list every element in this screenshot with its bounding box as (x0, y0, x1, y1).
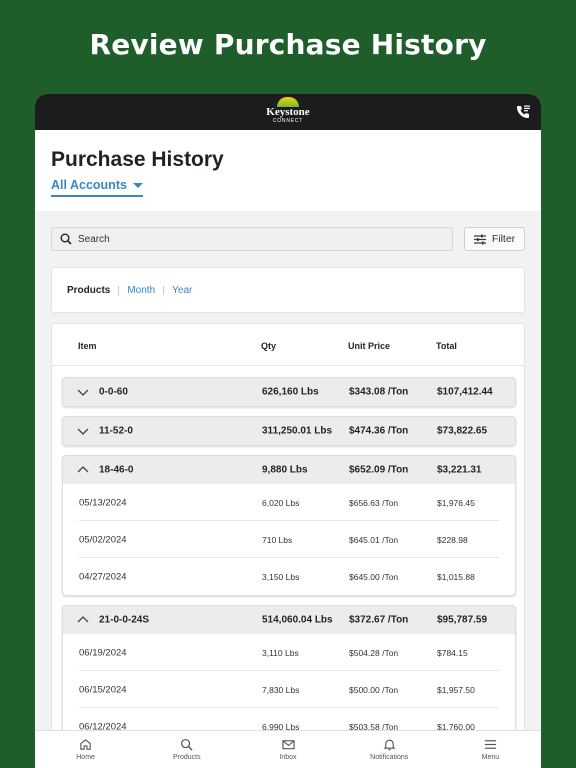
group-price: $343.08 /Ton (349, 386, 409, 398)
nav-label: Home (76, 754, 95, 761)
search-row: Search Filter (51, 227, 525, 251)
row-qty: 710 Lbs (262, 534, 293, 545)
bell-icon (383, 739, 396, 751)
nav-inbox[interactable]: Inbox (237, 731, 338, 768)
product-group-header[interactable]: 0-0-60 626,160 Lbs $343.08 /Ton $107,412… (63, 378, 515, 406)
nav-products[interactable]: Products (136, 731, 237, 768)
logo-name: Keystone (266, 106, 310, 118)
group-item: 0-0-60 (99, 386, 128, 398)
table-row[interactable]: 06/15/2024 7,830 Lbs $500.00 /Ton $1,957… (63, 671, 515, 708)
row-date: 05/13/2024 (79, 497, 127, 508)
row-price: $500.00 /Ton (349, 684, 399, 695)
row-qty: 6,020 Lbs (262, 497, 300, 508)
table-header: Item Qty Unit Price Total (52, 324, 524, 366)
product-group: 0-0-60 626,160 Lbs $343.08 /Ton $107,412… (62, 377, 516, 407)
group-item: 21-0-0-24S (99, 614, 150, 626)
accounts-label: All Accounts (51, 178, 127, 192)
page-title: Purchase History (51, 148, 224, 171)
nav-menu[interactable]: Menu (440, 731, 541, 768)
product-group: 18-46-0 9,880 Lbs $652.09 /Ton $3,221.31… (62, 455, 516, 596)
headline: Review Purchase History (89, 28, 487, 61)
group-total: $3,221.31 (437, 464, 482, 476)
column-header-item: Item (78, 341, 97, 351)
chevron-down-icon (77, 389, 89, 396)
product-group-header[interactable]: 18-46-0 9,880 Lbs $652.09 /Ton $3,221.31 (63, 456, 515, 484)
column-header-qty: Qty (261, 341, 277, 351)
group-total: $95,787.59 (437, 614, 488, 626)
column-header-total: Total (436, 341, 457, 351)
nav-label: Products (172, 754, 201, 761)
row-total: $1,976.45 (437, 497, 475, 508)
keystone-logo[interactable]: Keystone CONNECT (263, 97, 313, 127)
nav-label: Menu (481, 754, 500, 761)
group-item: 18-46-0 (99, 464, 134, 476)
group-qty: 9,880 Lbs (262, 464, 308, 476)
bottom-nav: Home Products Inbox Notifications Menu (35, 730, 541, 768)
search-icon (181, 738, 193, 751)
group-qty: 514,060.04 Lbs (262, 614, 333, 626)
row-date: 04/27/2024 (79, 571, 127, 582)
table-row[interactable]: 05/02/2024 710 Lbs $645.01 /Ton $228.98 (63, 521, 515, 558)
chevron-down-icon (77, 428, 89, 435)
nav-home[interactable]: Home (35, 731, 136, 768)
filter-label: Filter (491, 233, 516, 245)
accounts-dropdown[interactable]: All Accounts (51, 178, 143, 197)
chevron-up-icon (77, 616, 89, 623)
logo-sub: CONNECT (272, 118, 304, 124)
view-tabs: Products Month Year (51, 267, 525, 313)
sliders-icon (473, 234, 486, 244)
product-group-header[interactable]: 21-0-0-24S 514,060.04 Lbs $372.67 /Ton $… (63, 606, 515, 634)
search-input[interactable]: Search (51, 227, 453, 251)
chevron-up-icon (77, 466, 89, 473)
product-group: 21-0-0-24S 514,060.04 Lbs $372.67 /Ton $… (62, 605, 516, 746)
page-header: Purchase History All Accounts (35, 130, 541, 211)
row-date: 06/15/2024 (79, 684, 127, 695)
product-group-header[interactable]: 11-52-0 311,250.01 Lbs $474.36 /Ton $73,… (63, 417, 515, 445)
row-qty: 3,110 Lbs (262, 647, 299, 658)
purchase-table: Item Qty Unit Price Total 0-0-60 626,160… (51, 323, 525, 768)
group-total: $73,822.65 (437, 425, 488, 437)
mail-icon (281, 740, 295, 750)
group-qty: 311,250.01 Lbs (262, 425, 333, 437)
top-bar: Keystone CONNECT (35, 94, 541, 130)
group-price: $652.09 /Ton (349, 464, 409, 476)
row-qty: 7,830 Lbs (262, 684, 300, 695)
group-item: 11-52-0 (99, 425, 133, 437)
app-window: Keystone CONNECT Purchase History All Ac… (35, 94, 541, 768)
search-icon (60, 233, 72, 245)
row-qty: 3,150 Lbs (262, 571, 300, 582)
row-date: 05/02/2024 (79, 534, 127, 545)
row-total: $784.15 (437, 647, 468, 658)
group-price: $372.67 /Ton (349, 614, 409, 626)
group-price: $474.36 /Ton (349, 425, 409, 437)
search-placeholder: Search (78, 233, 110, 245)
row-total: $228.98 (437, 534, 468, 545)
group-qty: 626,160 Lbs (262, 386, 319, 398)
table-row[interactable]: 06/19/2024 3,110 Lbs $504.28 /Ton $784.1… (63, 634, 515, 671)
nav-label: Inbox (279, 754, 297, 761)
filter-button[interactable]: Filter (464, 227, 525, 251)
nav-label: Notifications (370, 754, 409, 761)
row-total: $1,015.88 (437, 571, 475, 582)
row-price: $656.63 /Ton (349, 497, 399, 508)
table-row[interactable]: 05/13/2024 6,020 Lbs $656.63 /Ton $1,976… (63, 484, 515, 521)
row-price: $645.01 /Ton (349, 534, 399, 545)
row-price: $504.28 /Ton (349, 647, 399, 658)
tab-month[interactable]: Month (119, 285, 163, 296)
group-total: $107,412.44 (437, 386, 493, 398)
table-row[interactable]: 04/27/2024 3,150 Lbs $645.00 /Ton $1,015… (63, 558, 515, 595)
column-header-unit-price: Unit Price (348, 341, 391, 351)
tab-products[interactable]: Products (67, 285, 118, 296)
menu-icon (484, 740, 496, 749)
row-price: $645.00 /Ton (349, 571, 399, 582)
row-date: 06/19/2024 (79, 647, 127, 658)
nav-notifications[interactable]: Notifications (339, 731, 440, 768)
tab-year[interactable]: Year (164, 285, 200, 296)
product-group: 11-52-0 311,250.01 Lbs $474.36 /Ton $73,… (62, 416, 516, 446)
caret-down-icon (132, 182, 143, 188)
contact-phone-icon[interactable] (515, 104, 531, 120)
home-icon (80, 739, 91, 750)
row-total: $1,957.50 (437, 684, 475, 695)
